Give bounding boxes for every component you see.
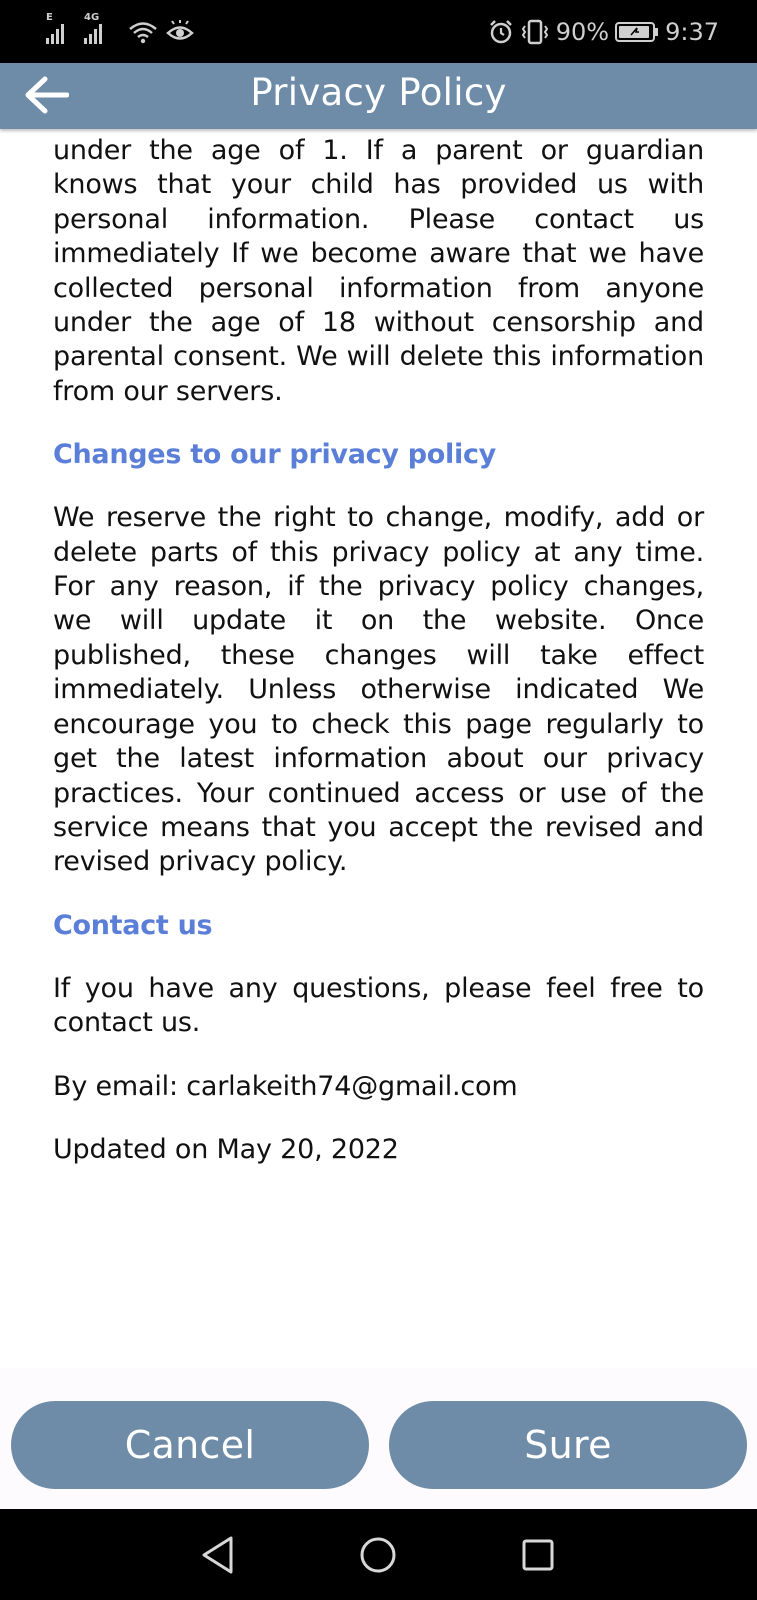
battery-icon xyxy=(615,22,659,42)
sure-button[interactable]: Sure xyxy=(389,1401,747,1489)
status-right: 90% 9:37 xyxy=(488,14,719,50)
app-bar: Privacy Policy xyxy=(0,63,757,129)
triangle-back-icon xyxy=(202,1536,233,1574)
network-type-label-2: 4G xyxy=(84,12,100,23)
policy-text-container: under the age of 1. If a parent or guard… xyxy=(53,135,704,1167)
alarm-icon xyxy=(489,20,512,44)
nav-recents-button[interactable] xyxy=(516,1533,560,1577)
nav-home-button[interactable] xyxy=(356,1533,400,1577)
system-nav-bar xyxy=(0,1509,757,1600)
heading-contact: Contact us xyxy=(53,909,213,941)
status-bar: E 4G 90% 9:37 xyxy=(0,0,757,63)
dialog-button-bar: Cancel Sure xyxy=(0,1368,757,1509)
policy-content[interactable]: under the age of 1. If a parent or guard… xyxy=(0,129,757,1368)
network-type-label: E xyxy=(46,12,53,23)
policy-paragraph-changes: We reserve the right to change, modify, … xyxy=(53,502,704,878)
updated-date: Updated on May 20, 2022 xyxy=(53,1133,399,1165)
clock: 9:37 xyxy=(665,18,719,46)
policy-paragraph-intro: under the age of 1. If a parent or guard… xyxy=(53,135,704,407)
cellular-signal-icon-2: 4G xyxy=(84,12,120,44)
cancel-button[interactable]: Cancel xyxy=(11,1401,369,1489)
status-left: E 4G xyxy=(46,12,194,50)
nav-back-button[interactable] xyxy=(196,1533,240,1577)
cellular-signal-icon: E xyxy=(46,12,76,44)
vibrate-icon xyxy=(521,19,548,45)
battery-percent: 90% xyxy=(555,18,610,46)
wifi-icon xyxy=(129,22,157,44)
contact-email: By email: carlakeith74@gmail.com xyxy=(53,1070,518,1102)
page-title: Privacy Policy xyxy=(250,71,507,114)
eye-comfort-icon xyxy=(166,20,194,40)
circle-home-icon xyxy=(360,1537,396,1573)
square-recents-icon xyxy=(522,1539,554,1571)
policy-paragraph-contact: If you have any questions, please feel f… xyxy=(53,972,704,1039)
heading-changes: Changes to our privacy policy xyxy=(53,439,496,471)
